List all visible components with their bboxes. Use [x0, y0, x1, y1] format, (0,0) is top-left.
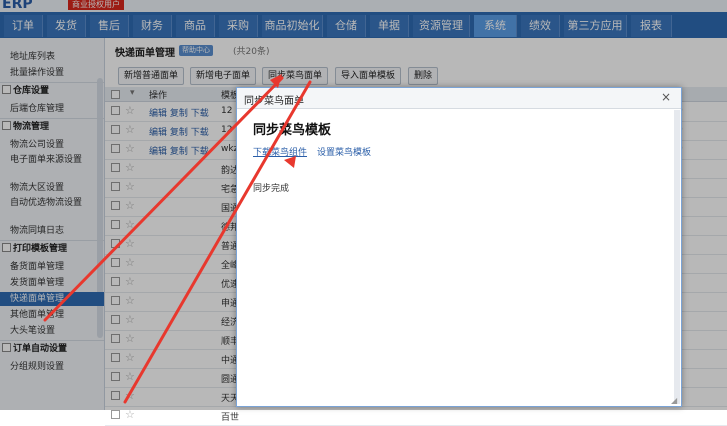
annotation-arrows: [43, 74, 312, 404]
arrow-to-download-link: [123, 80, 312, 404]
arrowhead-download: [284, 156, 296, 168]
arrow-to-sync-button: [43, 76, 284, 322]
row-checkbox[interactable]: [111, 410, 120, 419]
row-template: 百世: [221, 413, 240, 423]
